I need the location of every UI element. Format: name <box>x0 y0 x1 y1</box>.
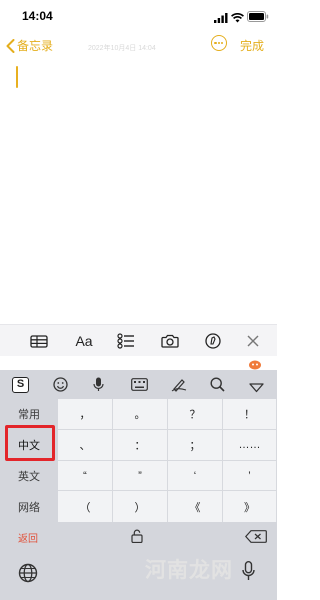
symbol-key[interactable]: ； <box>168 430 223 461</box>
more-options-icon[interactable] <box>211 35 227 51</box>
symbol-key[interactable]: ！ <box>223 399 277 430</box>
table-icon[interactable] <box>26 325 52 357</box>
symbol-key[interactable]: （ <box>58 491 113 522</box>
category-english[interactable]: 英文 <box>0 461 58 491</box>
markup-icon[interactable] <box>200 325 226 357</box>
globe-icon[interactable] <box>18 563 38 588</box>
symbol-key[interactable]: 、 <box>58 430 113 461</box>
symbol-key[interactable]: ‘ <box>168 461 223 491</box>
close-icon[interactable] <box>243 325 263 357</box>
text-cursor <box>16 66 18 88</box>
prediction-bar <box>0 356 277 370</box>
symbol-grid: ， 。 ？ ！ 、 ： ； …… “ ” ‘ ’ （ ） 《 》 <box>58 399 277 522</box>
wifi-icon <box>231 10 244 28</box>
note-date: 2022年10月4日 14:04 <box>88 45 156 52</box>
symbol-key[interactable]: 》 <box>223 491 277 522</box>
symbol-key[interactable]: …… <box>223 430 277 461</box>
signal-icon <box>214 10 228 28</box>
keyboard-toolbar: S <box>0 370 277 399</box>
keyboard-icon[interactable] <box>131 378 148 396</box>
symbol-key[interactable]: ） <box>113 491 168 522</box>
handwriting-icon[interactable] <box>171 377 187 397</box>
sogou-logo-icon[interactable]: S <box>12 377 29 393</box>
camera-icon[interactable] <box>157 325 183 357</box>
symbol-key[interactable]: ， <box>58 399 113 430</box>
symbol-key[interactable]: 。 <box>113 399 168 430</box>
symbol-key[interactable]: ’ <box>223 461 277 491</box>
return-button[interactable]: 返回 <box>18 530 38 545</box>
done-button[interactable]: 完成 <box>240 37 264 54</box>
note-text-area[interactable] <box>0 60 277 324</box>
text-format-icon[interactable]: Aa <box>70 325 98 357</box>
backspace-icon[interactable] <box>244 530 267 548</box>
back-label: 备忘录 <box>17 39 54 53</box>
watermark-text: 河南龙网 <box>145 558 233 582</box>
emoji-icon[interactable] <box>53 377 68 397</box>
nav-bar: 备忘录 2022年10月4日 14:04 <box>0 30 277 60</box>
status-time: 14:04 <box>22 9 53 23</box>
search-icon[interactable] <box>210 377 225 397</box>
dictation-microphone-icon[interactable] <box>242 560 255 586</box>
lock-icon[interactable] <box>131 529 143 548</box>
symbol-key[interactable]: 《 <box>168 491 223 522</box>
symbol-key[interactable]: “ <box>58 461 113 491</box>
collapse-icon[interactable] <box>249 380 264 398</box>
back-button[interactable]: 备忘录 <box>6 37 53 54</box>
microphone-icon[interactable] <box>93 377 104 397</box>
symbol-key[interactable]: ： <box>113 430 168 461</box>
selection-highlight <box>5 425 55 461</box>
symbol-key[interactable]: ” <box>113 461 168 491</box>
notes-screen: 14:04 备忘录 2022年10月4日 14:04 完成 Aa S 常用 中文… <box>0 0 277 600</box>
status-bar: 14:04 <box>0 0 277 28</box>
category-network[interactable]: 网络 <box>0 492 58 522</box>
chevron-left-icon <box>6 38 15 53</box>
battery-icon <box>247 9 269 27</box>
symbol-key[interactable]: ？ <box>168 399 223 430</box>
format-toolbar: Aa <box>0 324 277 356</box>
checklist-icon[interactable] <box>113 325 139 357</box>
